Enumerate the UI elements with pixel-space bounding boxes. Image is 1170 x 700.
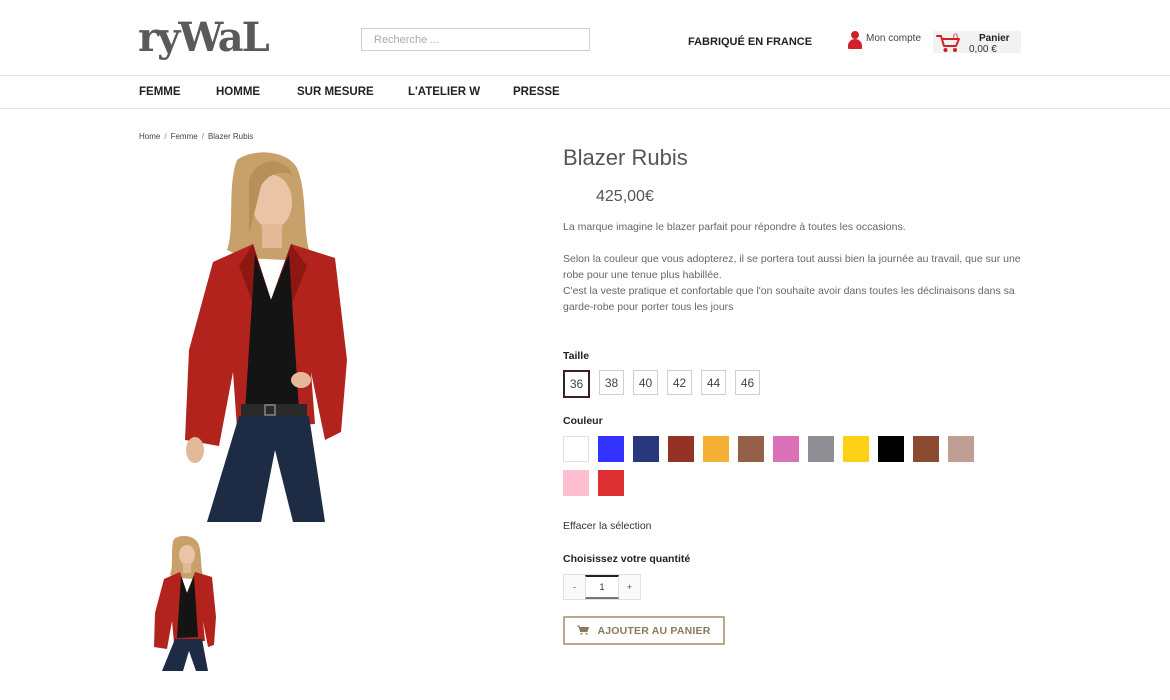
size-label: Taille [563,350,590,362]
color-swatch[interactable] [878,436,904,462]
cart-button[interactable]: 0 Panier 0,00 € [933,31,1021,55]
user-icon [848,31,862,49]
color-swatch[interactable] [703,436,729,462]
size-option-42[interactable]: 42 [667,370,692,395]
breadcrumb-home[interactable]: Home [139,132,160,141]
search-input[interactable] [361,28,590,51]
color-swatch[interactable] [773,436,799,462]
product-main-image[interactable] [175,150,355,522]
product-price: 425,00€ [596,188,654,205]
quantity-label: Choisissez votre quantité [563,553,691,565]
size-selector: 36 38 40 42 44 46 [563,370,760,398]
breadcrumb-separator: / [201,132,204,141]
quantity-input[interactable] [585,575,619,599]
product-description: La marque imagine le blazer parfait pour… [563,219,1033,315]
quantity-stepper: - + [563,574,641,600]
breadcrumb: Home / Femme / Blazer Rubis [139,132,253,141]
size-option-40[interactable]: 40 [633,370,658,395]
breadcrumb-femme[interactable]: Femme [171,132,198,141]
cart-total: 0,00 € [969,44,997,55]
quantity-increase-button[interactable]: + [619,575,640,599]
product-thumbnail[interactable] [150,535,220,671]
nav-item-homme[interactable]: HOMME [216,86,260,98]
size-option-46[interactable]: 46 [735,370,760,395]
color-swatch[interactable] [563,436,589,462]
color-swatch[interactable] [598,470,624,496]
size-option-38[interactable]: 38 [599,370,624,395]
description-paragraph: C'est la veste pratique et confortable q… [563,285,1015,313]
site-header: ryWaL FABRIQUÉ EN FRANCE Mon compte 0 Pa… [0,0,1170,76]
color-swatch[interactable] [598,436,624,462]
size-option-44[interactable]: 44 [701,370,726,395]
cart-icon: 0 [933,31,969,53]
color-swatch[interactable] [668,436,694,462]
clear-selection-link[interactable]: Effacer la sélection [563,520,652,532]
nav-item-sur-mesure[interactable]: SUR MESURE [297,86,374,98]
nav-item-femme[interactable]: FEMME [139,86,181,98]
color-swatch[interactable] [808,436,834,462]
color-label: Couleur [563,415,603,427]
cart-count-badge: 0 [953,32,959,42]
product-title: Blazer Rubis [563,145,688,170]
color-swatch[interactable] [913,436,939,462]
quantity-decrease-button[interactable]: - [564,575,585,599]
my-account-label: Mon compte [866,33,922,44]
color-swatch[interactable] [738,436,764,462]
cart-title: Panier [979,33,1010,44]
breadcrumb-separator: / [164,132,167,141]
color-selector [563,436,1003,496]
my-account-link[interactable]: Mon compte [848,31,921,49]
cart-icon [577,622,590,640]
made-in-france-label: FABRIQUÉ EN FRANCE [688,36,813,48]
breadcrumb-current: Blazer Rubis [207,132,254,141]
description-paragraph: Selon la couleur que vous adopterez, il … [563,253,1021,281]
color-swatch[interactable] [633,436,659,462]
main-nav: FEMME HOMME SUR MESURE L'ATELIER W PRESS… [0,76,1170,109]
add-to-cart-button[interactable]: AJOUTER AU PANIER [563,616,725,645]
color-swatch[interactable] [843,436,869,462]
description-paragraph: La marque imagine le blazer parfait pour… [563,221,906,233]
nav-item-presse[interactable]: PRESSE [513,86,560,98]
nav-item-atelier-w[interactable]: L'ATELIER W [408,86,480,98]
site-logo[interactable]: ryWaL [138,14,270,62]
color-swatch[interactable] [563,470,589,496]
add-to-cart-label: AJOUTER AU PANIER [597,624,711,637]
size-option-36[interactable]: 36 [563,370,590,398]
color-swatch[interactable] [948,436,974,462]
